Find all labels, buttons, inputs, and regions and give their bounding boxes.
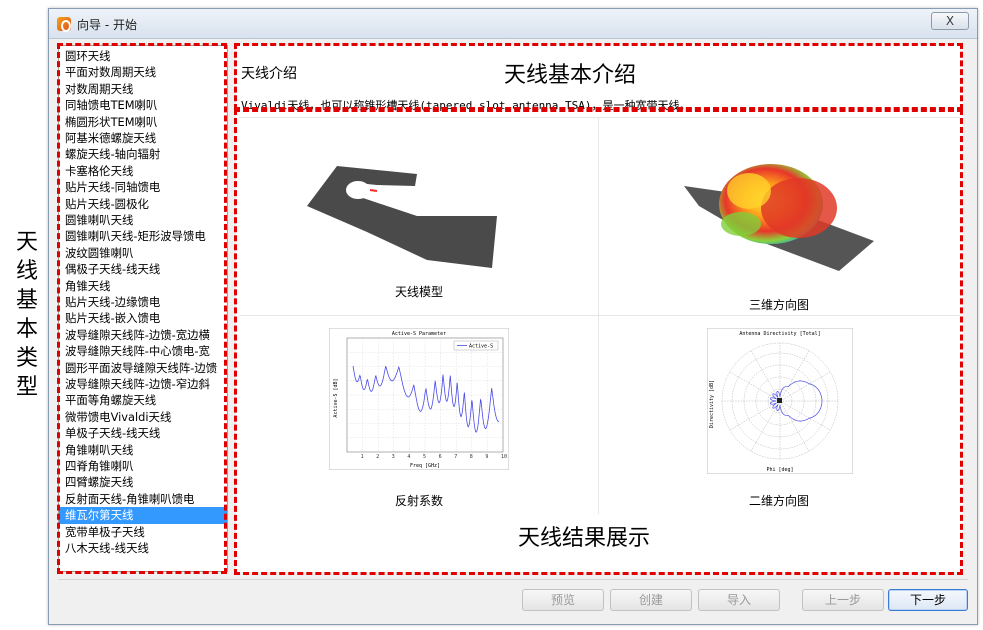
reflection-xlabel: Freq [GHz] xyxy=(410,463,440,469)
annotation-char: 本 xyxy=(15,317,38,342)
next-button[interactable]: 下一步 xyxy=(888,589,968,611)
list-item[interactable]: 波导缝隙天线阵-中心馈电-宽 xyxy=(59,343,227,359)
list-item[interactable]: 阿基米德螺旋天线 xyxy=(59,130,227,146)
pattern-2d-cell: Antenna Directivity [Total] Phi [deg] Di… xyxy=(599,316,959,514)
pattern-2d-caption: 二维方向图 xyxy=(748,494,809,508)
intro-heading: 天线介绍 xyxy=(241,66,297,82)
list-item[interactable]: 平面对数周期天线 xyxy=(59,64,227,80)
list-item[interactable]: 微带馈电Vivaldi天线 xyxy=(59,409,227,425)
list-item[interactable]: 角锥天线 xyxy=(59,278,227,294)
list-item[interactable]: 四臂螺旋天线 xyxy=(59,474,227,490)
preview-button[interactable]: 预览 xyxy=(522,589,604,611)
list-item[interactable]: 同轴馈电TEM喇叭 xyxy=(59,97,227,113)
pattern-2d-title: Antenna Directivity [Total] xyxy=(739,331,820,337)
list-item[interactable]: 贴片天线-圆极化 xyxy=(59,196,227,212)
reflection-legend: Active-S xyxy=(469,344,493,350)
list-item[interactable]: 波导缝隙天线阵-边馈-宽边横 xyxy=(59,327,227,343)
list-item[interactable]: 贴片天线-同轴馈电 xyxy=(59,179,227,195)
wizard-dialog: 向导 - 开始 X 圆环天线 平面对数周期天线 对数周期天线 同轴馈电TEM喇叭 椭圆形… xyxy=(48,8,978,625)
annotation-char: 基 xyxy=(15,288,38,313)
reflection-cell: Active-S Parameter Active-S 1 2 3 4 5 6 7 8 9 10 … xyxy=(239,316,599,514)
list-item[interactable]: 偶极子天线-线天线 xyxy=(59,261,227,277)
intro-text: Vivaldi天线，也可以称锥形槽天线(tapered slot antenna… xyxy=(241,99,691,112)
pattern-2d-xlabel: Phi [deg] xyxy=(766,467,793,473)
reflection-xtick: 7 xyxy=(454,454,457,460)
list-item[interactable]: 椭圆形状TEM喇叭 xyxy=(59,114,227,130)
list-item[interactable]: 圆形平面波导缝隙天线阵-边馈 xyxy=(59,360,227,376)
reflection-xtick: 1 xyxy=(361,454,364,460)
list-item[interactable]: 圆环天线 xyxy=(59,48,227,64)
page: 天线基本类型 向导 - 开始 X 圆环天线 平面对数周期天线 对数周期天线 同轴馈电T… xyxy=(0,0,983,630)
list-item[interactable]: 贴片天线-嵌入馈电 xyxy=(59,310,227,326)
list-item[interactable]: 平面等角螺旋天线 xyxy=(59,392,227,408)
reflection-xtick: 2 xyxy=(376,454,379,460)
window-title: 向导 - 开始 xyxy=(77,18,137,32)
antenna-model-caption: 天线模型 xyxy=(394,285,443,299)
antenna-model-image xyxy=(307,166,497,268)
list-item[interactable]: 波导缝隙天线阵-边馈-窄边斜 xyxy=(59,376,227,392)
reflection-xtick: 9 xyxy=(485,454,488,460)
annotation-char: 类 xyxy=(15,346,38,371)
list-item[interactable]: 对数周期天线 xyxy=(59,81,227,97)
list-item[interactable]: 角锥喇叭天线 xyxy=(59,442,227,458)
close-button[interactable]: X xyxy=(931,12,969,30)
app-icon xyxy=(57,17,71,32)
list-item[interactable]: 圆锥喇叭天线 xyxy=(59,212,227,228)
prev-button[interactable]: 上一步 xyxy=(802,589,884,611)
list-item[interactable]: 四脊角锥喇叭 xyxy=(59,458,227,474)
pattern-2d-ylabel: Directivity [dB] xyxy=(709,380,715,428)
list-item[interactable]: 维瓦尔第天线 xyxy=(59,507,227,524)
reflection-ylabel: Active-S [dB] xyxy=(333,378,339,417)
list-item[interactable]: 波纹圆锥喇叭 xyxy=(59,245,227,261)
content-panel: 天线介绍 天线基本介绍 Vivaldi天线，也可以称锥形槽天线(tapered … xyxy=(236,45,963,572)
reflection-caption: 反射系数 xyxy=(394,494,443,508)
annotation-char: 线 xyxy=(15,259,38,284)
results-grid: 天线模型 三维方向图 Active-S Parameter Active-S 1… xyxy=(239,117,960,514)
annotation-intro: 天线基本介绍 xyxy=(504,63,637,88)
list-item[interactable]: 贴片天线-边缘馈电 xyxy=(59,294,227,310)
reflection-plot: Active-S Parameter Active-S 1 2 3 4 5 6 7 8 9 10 … xyxy=(329,328,509,470)
annotation-char: 天 xyxy=(15,230,38,255)
pattern-3d-cell: 三维方向图 xyxy=(599,118,959,316)
title-bar[interactable]: 向导 - 开始 X xyxy=(49,9,977,39)
list-item[interactable]: 圆锥喇叭天线-矩形波导馈电 xyxy=(59,228,227,244)
annotation-antenna-types: 天线基本类型 xyxy=(12,228,42,402)
list-item[interactable]: 螺旋天线-轴向辐射 xyxy=(59,146,227,162)
list-item[interactable]: 八木天线-线天线 xyxy=(59,540,227,556)
reflection-xtick: 8 xyxy=(470,454,473,460)
reflection-xtick: 6 xyxy=(439,454,442,460)
reflection-xtick: 4 xyxy=(407,454,410,460)
footer-separator xyxy=(58,579,968,580)
antenna-model-cell: 天线模型 xyxy=(239,118,599,316)
create-button[interactable]: 创建 xyxy=(610,589,692,611)
annotation-results: 天线结果展示 xyxy=(518,526,651,551)
import-button[interactable]: 导入 xyxy=(698,589,780,611)
reflection-xtick: 3 xyxy=(392,454,395,460)
list-item[interactable]: 单极子天线-线天线 xyxy=(59,425,227,441)
list-item[interactable]: 反射面天线-角锥喇叭馈电 xyxy=(59,491,227,507)
list-item[interactable]: 卡塞格伦天线 xyxy=(59,163,227,179)
reflection-xtick: 5 xyxy=(423,454,426,460)
pattern-3d-image xyxy=(684,164,874,271)
reflection-plot-title: Active-S Parameter xyxy=(392,331,446,337)
reflection-xtick: 10 xyxy=(501,454,507,460)
list-item[interactable]: 宽带单极子天线 xyxy=(59,524,227,540)
pattern-2d-plot: Antenna Directivity [Total] Phi [deg] Di… xyxy=(707,328,853,474)
pattern-3d-caption: 三维方向图 xyxy=(748,298,809,312)
annotation-char: 型 xyxy=(15,375,38,400)
antenna-type-list[interactable]: 圆环天线 平面对数周期天线 对数周期天线 同轴馈电TEM喇叭 椭圆形状TEM喇叭 阿基米德… xyxy=(58,45,228,572)
